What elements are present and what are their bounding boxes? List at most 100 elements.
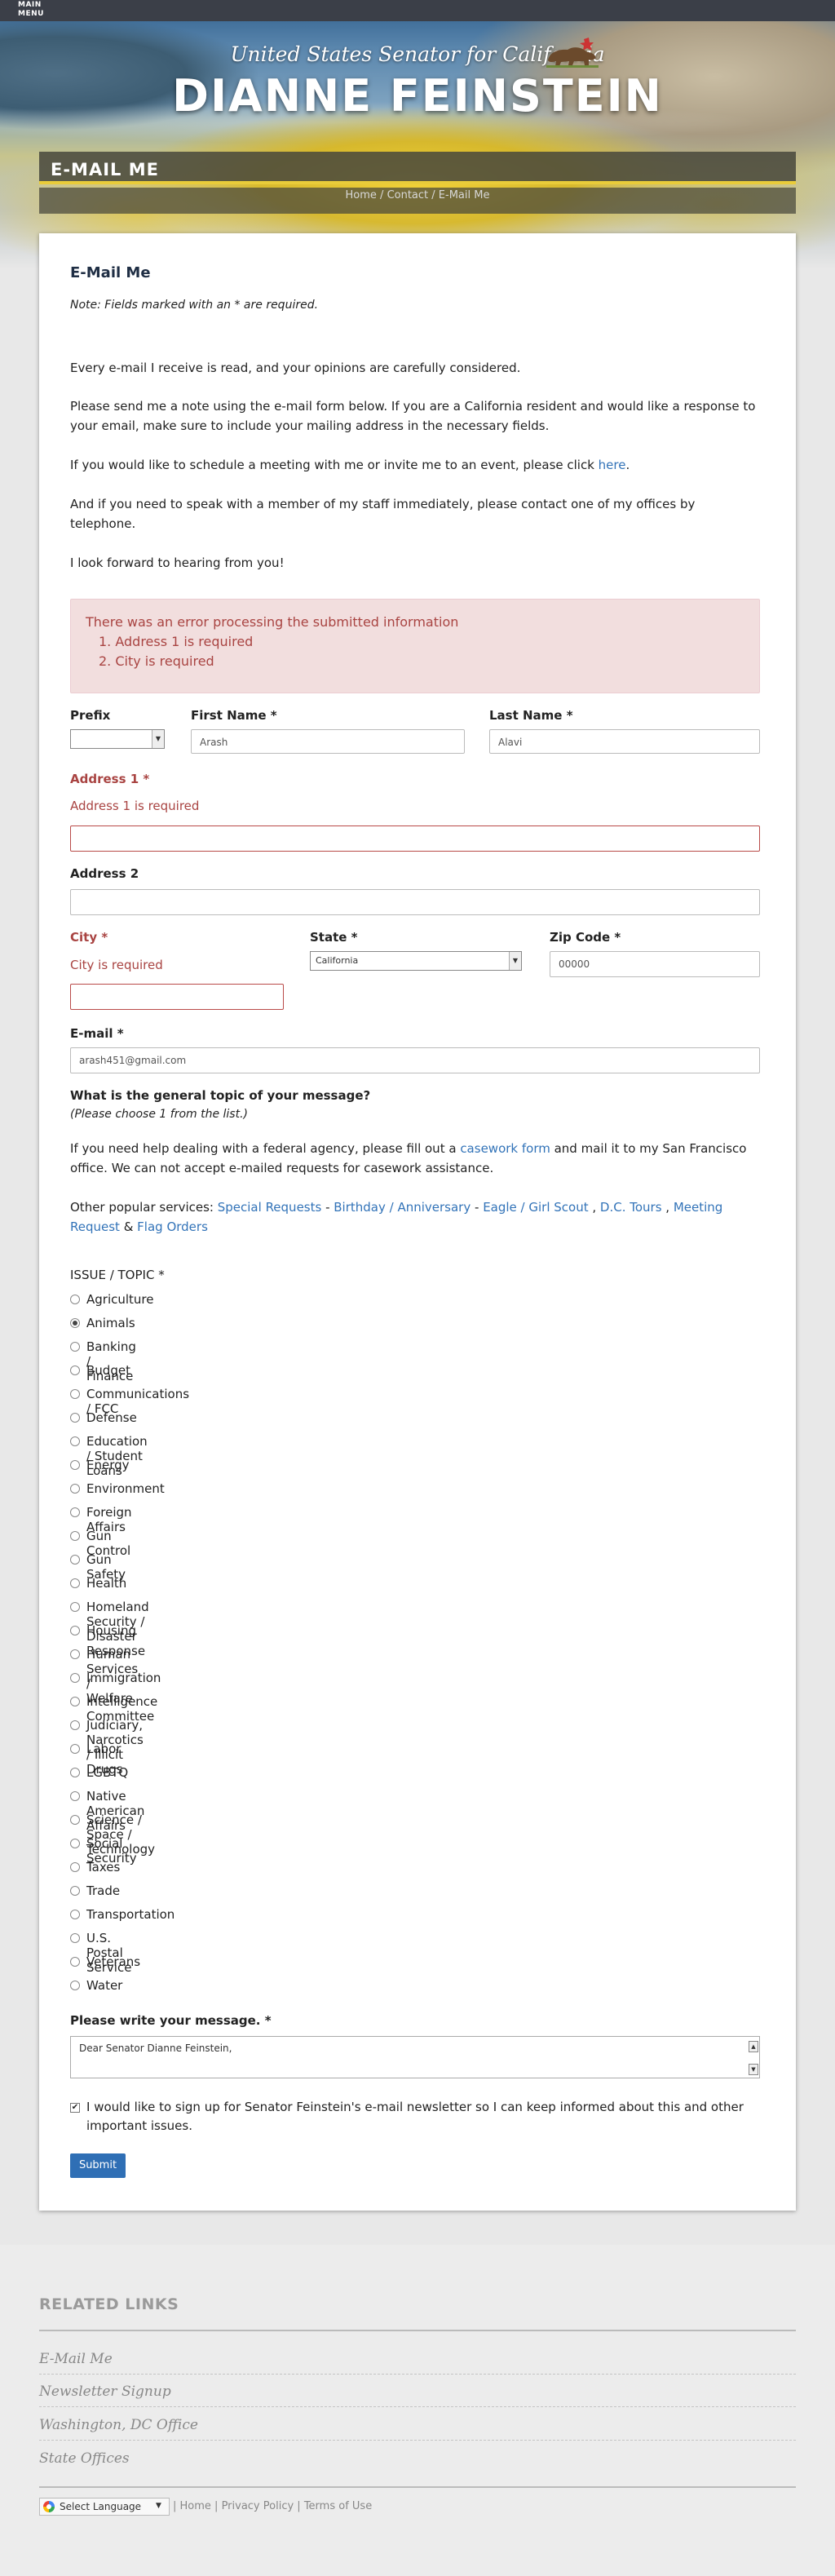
eagle-girl-scout-link[interactable]: Eagle / Girl Scout — [483, 1200, 588, 1215]
state-label: State * — [310, 930, 358, 945]
last-name-field[interactable]: Alavi — [489, 729, 760, 754]
first-name-label: First Name * — [191, 708, 277, 723]
schedule-meeting-link[interactable]: here — [599, 458, 626, 472]
topic-radio[interactable] — [70, 1318, 80, 1328]
state-value: California — [316, 955, 359, 966]
zip-field[interactable]: 00000 — [550, 951, 760, 977]
topic-radio[interactable] — [70, 1720, 80, 1730]
topic-label: Budget — [86, 1363, 130, 1378]
topic-radio[interactable] — [70, 1555, 80, 1565]
topic-radio[interactable] — [70, 1744, 80, 1754]
city-field[interactable] — [70, 984, 284, 1010]
page-heading-underline — [39, 181, 796, 184]
scroll-down-icon[interactable]: ▼ — [749, 2064, 758, 2075]
breadcrumb: Home / Contact / E-Mail Me — [0, 188, 835, 204]
topic-radio[interactable] — [70, 1365, 80, 1375]
submit-button[interactable]: Submit — [70, 2153, 126, 2178]
address1-field[interactable] — [70, 825, 760, 852]
topic-radio[interactable] — [70, 1295, 80, 1304]
state-select[interactable]: California ▼ — [310, 951, 522, 971]
form-title: E-Mail Me — [70, 264, 151, 281]
chevron-down-icon: ▼ — [152, 730, 164, 748]
topic-question: What is the general topic of your messag… — [70, 1088, 371, 1103]
translate-select[interactable]: Select Language ▼ — [39, 2498, 170, 2516]
newsletter-checkbox[interactable]: ✔ — [70, 2103, 80, 2113]
flag-orders-link[interactable]: Flag Orders — [137, 1219, 208, 1234]
topic-radio[interactable] — [70, 1342, 80, 1352]
error-alert: There was an error processing the submit… — [70, 599, 760, 693]
email-form-card: E-Mail Me Note: Fields marked with an * … — [39, 233, 796, 2211]
topic-radio[interactable] — [70, 1602, 80, 1612]
topic-label: Immigration — [86, 1671, 161, 1685]
footer-link-terms[interactable]: Terms of Use — [304, 2500, 372, 2512]
topic-radio[interactable] — [70, 1768, 80, 1777]
topic-label: Taxes — [86, 1860, 121, 1874]
topic-radio[interactable] — [70, 1484, 80, 1494]
textarea-scrollbar[interactable]: ▲ ▼ — [749, 2041, 758, 2075]
message-textarea[interactable]: Dear Senator Dianne Feinstein, ▲ ▼ — [70, 2036, 760, 2078]
footer-link-privacy[interactable]: Privacy Policy — [222, 2500, 294, 2512]
topic-radio[interactable] — [70, 1815, 80, 1825]
topic-radio[interactable] — [70, 1626, 80, 1635]
topic-radio[interactable] — [70, 1791, 80, 1801]
casework-paragraph: If you need help dealing with a federal … — [70, 1139, 763, 1178]
footer-links: | Home | Privacy Policy | Terms of Use — [173, 2500, 372, 2512]
related-link[interactable]: E-Mail Me — [39, 2351, 796, 2367]
topic-radio[interactable] — [70, 1697, 80, 1706]
topic-radio[interactable] — [70, 1413, 80, 1423]
zip-label: Zip Code * — [550, 930, 621, 945]
city-error: City is required — [70, 958, 163, 972]
footer-separator: | — [294, 2500, 304, 2512]
related-link[interactable]: State Offices — [39, 2450, 796, 2467]
topic-label: Animals — [86, 1316, 135, 1330]
error-item: 1. Address 1 is required — [99, 634, 254, 649]
prefix-select[interactable]: ▼ — [70, 729, 165, 749]
scroll-up-icon[interactable]: ▲ — [749, 2041, 758, 2052]
last-name-label: Last Name * — [489, 708, 573, 723]
topic-radio[interactable] — [70, 1673, 80, 1683]
related-links-rule — [39, 2330, 796, 2331]
footer-link-home[interactable]: Home — [180, 2500, 211, 2512]
main-menu-label-line2: MENU — [18, 10, 44, 18]
casework-text: If you need help dealing with a federal … — [70, 1141, 461, 1156]
address2-field[interactable] — [70, 889, 760, 915]
topic-label: Water — [86, 1978, 123, 1993]
topic-label: Trade — [86, 1883, 121, 1898]
dc-tours-link[interactable]: D.C. Tours — [600, 1200, 662, 1215]
breadcrumb-home[interactable]: Home — [346, 189, 377, 201]
topic-radio[interactable] — [70, 1862, 80, 1872]
services-separator: - — [321, 1200, 334, 1215]
topic-radio[interactable] — [70, 1981, 80, 1990]
related-link[interactable]: Washington, DC Office — [39, 2417, 796, 2433]
topic-radio[interactable] — [70, 1839, 80, 1848]
topic-radio[interactable] — [70, 1507, 80, 1517]
address1-label: Address 1 * — [70, 772, 150, 786]
intro-paragraph-3: If you would like to schedule a meeting … — [70, 455, 763, 475]
birthday-anniversary-link[interactable]: Birthday / Anniversary — [334, 1200, 471, 1215]
topic-radio[interactable] — [70, 1531, 80, 1541]
prefix-label: Prefix — [70, 708, 111, 723]
special-requests-link[interactable]: Special Requests — [218, 1200, 322, 1215]
topic-radio[interactable] — [70, 1886, 80, 1896]
address2-label: Address 2 — [70, 866, 139, 881]
casework-form-link[interactable]: casework form — [460, 1141, 550, 1156]
error-item: 2. City is required — [99, 653, 214, 669]
topic-radio[interactable] — [70, 1578, 80, 1588]
topic-radio[interactable] — [70, 1910, 80, 1919]
breadcrumb-contact[interactable]: Contact — [387, 189, 429, 201]
topic-radio[interactable] — [70, 1649, 80, 1659]
topic-radio[interactable] — [70, 1460, 80, 1470]
divider — [39, 2406, 796, 2407]
main-menu-button[interactable]: MAIN MENU — [18, 1, 44, 19]
breadcrumb-current: E-Mail Me — [438, 189, 490, 201]
google-logo-icon — [43, 2501, 55, 2512]
topic-radio[interactable] — [70, 1933, 80, 1943]
email-field[interactable]: arash451@gmail.com — [70, 1047, 760, 1073]
intro-paragraph-3-text: If you would like to schedule a meeting … — [70, 458, 599, 472]
first-name-field[interactable]: Arash — [191, 729, 465, 754]
topic-radio[interactable] — [70, 1389, 80, 1399]
topic-radio[interactable] — [70, 1436, 80, 1446]
message-label: Please write your message. * — [70, 2013, 272, 2028]
related-link[interactable]: Newsletter Signup — [39, 2383, 796, 2400]
topic-radio[interactable] — [70, 1957, 80, 1967]
